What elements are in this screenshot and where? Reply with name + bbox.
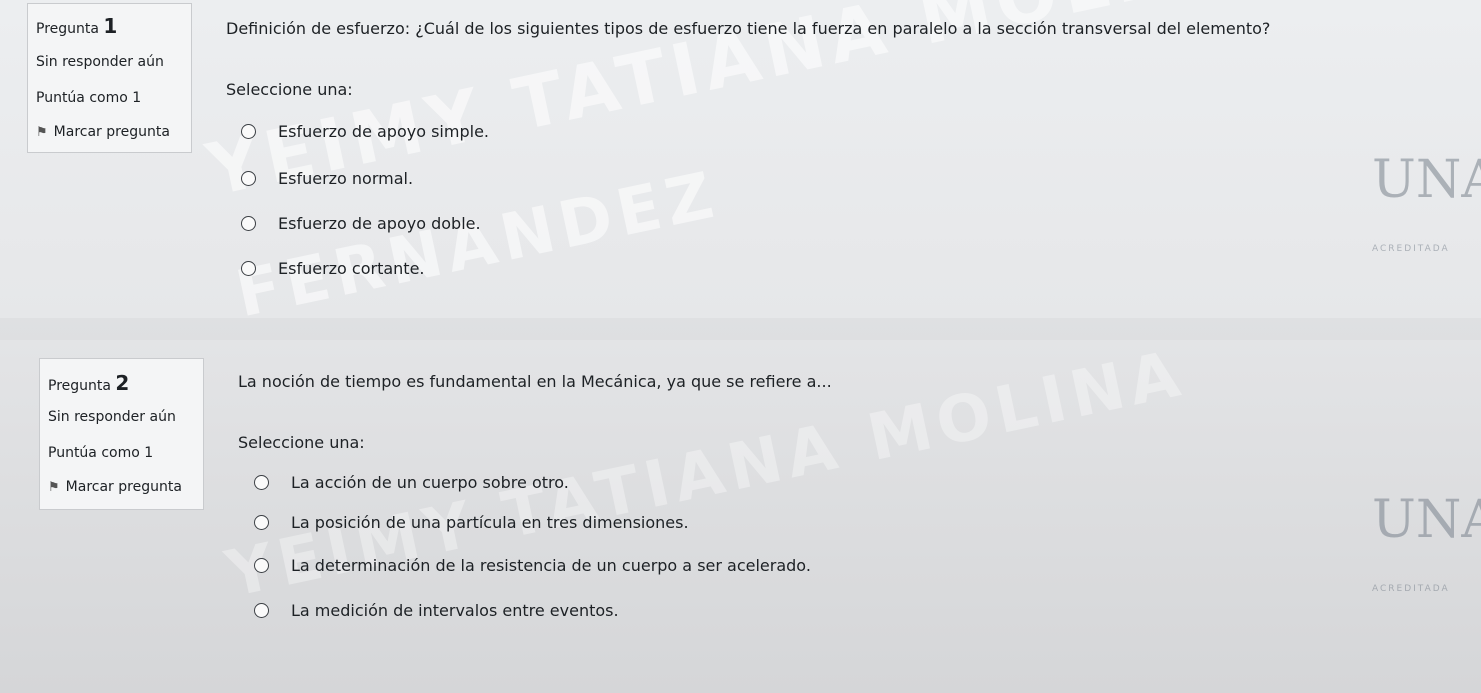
radio-button[interactable] [241, 261, 256, 276]
question-number: 1 [103, 14, 118, 38]
flag-question-label: Marcar pregunta [65, 479, 182, 495]
flag-question-link[interactable]: ⚑ Marcar pregunta [48, 479, 182, 495]
question-info: Pregunta 1 Sin responder aún Puntúa como… [27, 3, 192, 153]
answer-option[interactable]: Esfuerzo normal. [241, 169, 413, 188]
flag-question-link[interactable]: ⚑ Marcar pregunta [36, 124, 170, 140]
logo-badge-2: ACREDITADA [1372, 584, 1450, 594]
question-2-area [0, 340, 1481, 693]
answer-option[interactable]: La acción de un cuerpo sobre otro. [254, 473, 569, 492]
radio-button[interactable] [241, 171, 256, 186]
answer-option-label: Esfuerzo normal. [278, 169, 414, 188]
radio-button[interactable] [254, 603, 269, 618]
answer-option[interactable]: La determinación de la resistencia de un… [254, 556, 811, 575]
question-label: Pregunta [48, 378, 111, 394]
logo-badge: ACREDITADA [1372, 244, 1450, 254]
answer-option-label: La medición de intervalos entre eventos. [291, 601, 619, 620]
select-one-label: Seleccione una: [226, 80, 353, 99]
question-label: Pregunta [36, 21, 99, 37]
select-one-label: Seleccione una: [238, 433, 365, 452]
question-score: Puntúa como 1 [48, 445, 154, 461]
question-text: La noción de tiempo es fundamental en la… [238, 372, 832, 391]
radio-button[interactable] [241, 216, 256, 231]
answer-option[interactable]: Esfuerzo de apoyo doble. [241, 214, 481, 233]
answer-option[interactable]: La posición de una partícula en tres dim… [254, 513, 689, 532]
radio-button[interactable] [254, 515, 269, 530]
question-status: Sin responder aún [36, 54, 164, 70]
radio-button[interactable] [254, 475, 269, 490]
question-status: Sin responder aún [48, 409, 176, 425]
question-info: Pregunta 2 Sin responder aún Puntúa como… [39, 358, 204, 510]
question-score: Puntúa como 1 [36, 90, 142, 106]
answer-option[interactable]: Esfuerzo cortante. [241, 259, 425, 278]
university-logo: UNA ACREDITADA [1372, 150, 1481, 254]
flag-question-label: Marcar pregunta [53, 124, 170, 140]
answer-option-label: La posición de una partícula en tres dim… [291, 513, 689, 532]
question-text: Definición de esfuerzo: ¿Cuál de los sig… [226, 19, 1271, 38]
answer-option-label: Esfuerzo de apoyo simple. [278, 122, 489, 141]
logo-mark: UNA [1372, 150, 1481, 210]
answer-option[interactable]: La medición de intervalos entre eventos. [254, 601, 619, 620]
flag-icon: ⚑ [36, 125, 48, 140]
radio-button[interactable] [254, 558, 269, 573]
answer-option-label: La determinación de la resistencia de un… [291, 556, 811, 575]
answer-option-label: Esfuerzo cortante. [278, 259, 425, 278]
university-logo-2: UNA ACREDITADA [1372, 490, 1481, 594]
answer-option[interactable]: Esfuerzo de apoyo simple. [241, 122, 489, 141]
question-1-area [0, 0, 1481, 318]
answer-option-label: La acción de un cuerpo sobre otro. [291, 473, 569, 492]
radio-button[interactable] [241, 124, 256, 139]
question-number: 2 [115, 371, 130, 395]
logo-mark-2: UNA [1372, 490, 1481, 550]
answer-option-label: Esfuerzo de apoyo doble. [278, 214, 481, 233]
flag-icon: ⚑ [48, 480, 60, 495]
